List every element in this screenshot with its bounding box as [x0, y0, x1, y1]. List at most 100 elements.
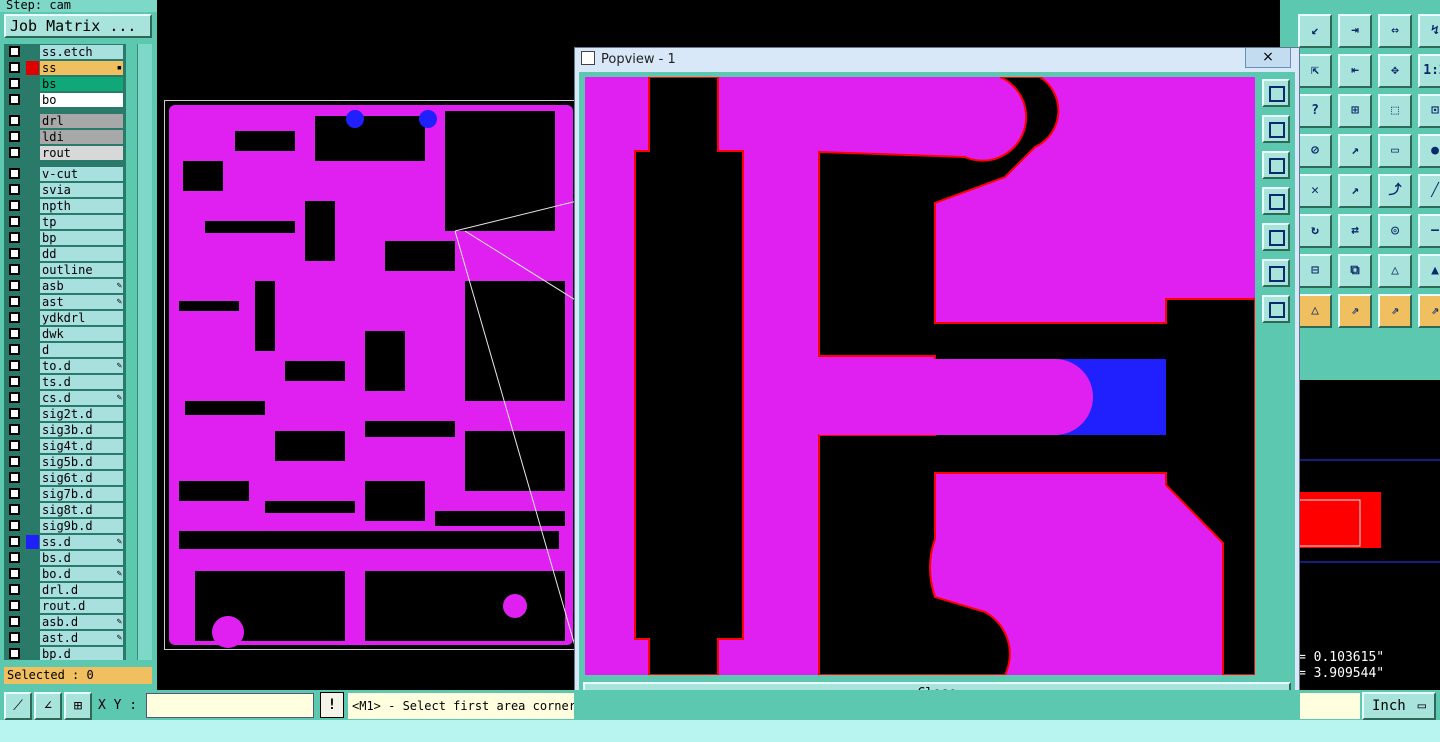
layer-checkbox[interactable]	[9, 472, 20, 483]
tool-button[interactable]: ⇤	[1338, 54, 1372, 88]
tool-button[interactable]: ⤴	[1378, 174, 1412, 208]
layer-row[interactable]: tp	[4, 214, 126, 229]
layer-checkbox[interactable]	[9, 504, 20, 515]
layer-name[interactable]: sig3b.d	[40, 423, 123, 437]
layer-row[interactable]: ts.d	[4, 374, 126, 389]
layer-color-swatch[interactable]	[26, 295, 39, 309]
board-canvas[interactable]	[164, 100, 576, 650]
tool-button[interactable]: ✕	[1298, 174, 1332, 208]
layer-checkbox[interactable]	[9, 376, 20, 387]
layer-checkbox[interactable]	[9, 216, 20, 227]
tool-button[interactable]: ▭	[1378, 134, 1412, 168]
layer-color-swatch[interactable]	[26, 615, 39, 629]
layer-checkbox[interactable]	[9, 648, 20, 659]
layer-color-swatch[interactable]	[26, 407, 39, 421]
layer-color-swatch[interactable]	[26, 535, 39, 549]
layer-row[interactable]: ss ▪	[4, 60, 126, 75]
layer-row[interactable]: sig6t.d	[4, 470, 126, 485]
tool-button[interactable]: ⬚	[1378, 94, 1412, 128]
layer-checkbox[interactable]	[9, 232, 20, 243]
layer-name[interactable]: d	[40, 343, 123, 357]
layer-row[interactable]: ast ✎	[4, 294, 126, 309]
job-matrix-button[interactable]: Job Matrix ...	[4, 14, 152, 38]
measure-icon[interactable]: ∠	[34, 692, 62, 720]
layer-color-swatch[interactable]	[26, 114, 39, 128]
layer-color-swatch[interactable]	[26, 183, 39, 197]
layer-checkbox[interactable]	[9, 584, 20, 595]
layer-name[interactable]: sig9b.d	[40, 519, 123, 533]
layer-row[interactable]: svia	[4, 182, 126, 197]
layer-color-swatch[interactable]	[26, 455, 39, 469]
snap-icon[interactable]: ⟋	[4, 692, 32, 720]
alert-icon[interactable]: !	[320, 692, 344, 718]
layer-name[interactable]: ydkdrl	[40, 311, 123, 325]
layer-row[interactable]: ast.d ✎	[4, 630, 126, 645]
layer-color-swatch[interactable]	[26, 391, 39, 405]
tool-button[interactable]: ⧉	[1338, 254, 1372, 288]
layer-color-swatch[interactable]	[26, 61, 39, 75]
layer-row[interactable]: outline	[4, 262, 126, 277]
layer-row[interactable]: ss.d ✎	[4, 534, 126, 549]
layer-name[interactable]: asb ✎	[40, 279, 123, 293]
layer-color-swatch[interactable]	[26, 631, 39, 645]
pan-right-button[interactable]	[1262, 223, 1290, 251]
layer-name[interactable]: bs.d	[40, 551, 123, 565]
layer-color-swatch[interactable]	[26, 167, 39, 181]
layer-row[interactable]: d	[4, 342, 126, 357]
layer-checkbox[interactable]	[9, 456, 20, 467]
layer-row[interactable]: bo	[4, 92, 126, 107]
layer-name[interactable]: sig8t.d	[40, 503, 123, 517]
layer-row[interactable]: sig9b.d	[4, 518, 126, 533]
layer-checkbox[interactable]	[9, 408, 20, 419]
tool-button[interactable]: —	[1418, 214, 1440, 248]
layer-color-swatch[interactable]	[26, 375, 39, 389]
layer-row[interactable]: bs.d	[4, 550, 126, 565]
layer-color-swatch[interactable]	[26, 199, 39, 213]
tool-button[interactable]: △	[1298, 294, 1332, 328]
layer-checkbox[interactable]	[9, 424, 20, 435]
layer-name[interactable]: rout.d	[40, 599, 123, 613]
layer-color-swatch[interactable]	[26, 247, 39, 261]
layer-name[interactable]: to.d ✎	[40, 359, 123, 373]
layer-checkbox[interactable]	[9, 600, 20, 611]
layer-row[interactable]: rout.d	[4, 598, 126, 613]
layer-name[interactable]: sig5b.d	[40, 455, 123, 469]
layer-checkbox[interactable]	[9, 312, 20, 323]
layer-name[interactable]: sig2t.d	[40, 407, 123, 421]
tool-button[interactable]: ↗	[1338, 134, 1372, 168]
layer-checkbox[interactable]	[9, 616, 20, 627]
layer-row[interactable]: drl	[4, 113, 126, 128]
layer-color-swatch[interactable]	[26, 77, 39, 91]
layer-row[interactable]: sig7b.d	[4, 486, 126, 501]
layer-row[interactable]: ldi	[4, 129, 126, 144]
layer-name[interactable]: dwk	[40, 327, 123, 341]
layer-row[interactable]: sig3b.d	[4, 422, 126, 437]
layer-row[interactable]: v-cut	[4, 166, 126, 181]
layer-row[interactable]: sig4t.d	[4, 438, 126, 453]
tool-button[interactable]: ⊡	[1418, 94, 1440, 128]
pan-left-button[interactable]	[1262, 187, 1290, 215]
tool-button[interactable]: ↻	[1298, 214, 1332, 248]
layer-color-swatch[interactable]	[26, 215, 39, 229]
tool-button[interactable]: ╱	[1418, 174, 1440, 208]
layer-color-swatch[interactable]	[26, 519, 39, 533]
layer-name[interactable]: ss ▪	[40, 61, 123, 75]
layer-color-swatch[interactable]	[26, 551, 39, 565]
layer-checkbox[interactable]	[9, 184, 20, 195]
popview-titlebar[interactable]: Popview - 1	[575, 48, 1299, 72]
home-view-button[interactable]	[1262, 295, 1290, 323]
layer-color-swatch[interactable]	[26, 146, 39, 160]
layer-checkbox[interactable]	[9, 632, 20, 643]
layer-checkbox[interactable]	[9, 360, 20, 371]
layer-checkbox[interactable]	[9, 280, 20, 291]
layer-row[interactable]: bs	[4, 76, 126, 91]
tool-button[interactable]: ◎	[1378, 214, 1412, 248]
layer-color-swatch[interactable]	[26, 359, 39, 373]
tool-button[interactable]: ⇥	[1338, 14, 1372, 48]
layer-checkbox[interactable]	[9, 552, 20, 563]
layer-color-swatch[interactable]	[26, 93, 39, 107]
popview-canvas[interactable]	[585, 77, 1255, 675]
layer-color-swatch[interactable]	[26, 327, 39, 341]
layer-name[interactable]: drl.d	[40, 583, 123, 597]
tool-button[interactable]: ↗	[1338, 174, 1372, 208]
